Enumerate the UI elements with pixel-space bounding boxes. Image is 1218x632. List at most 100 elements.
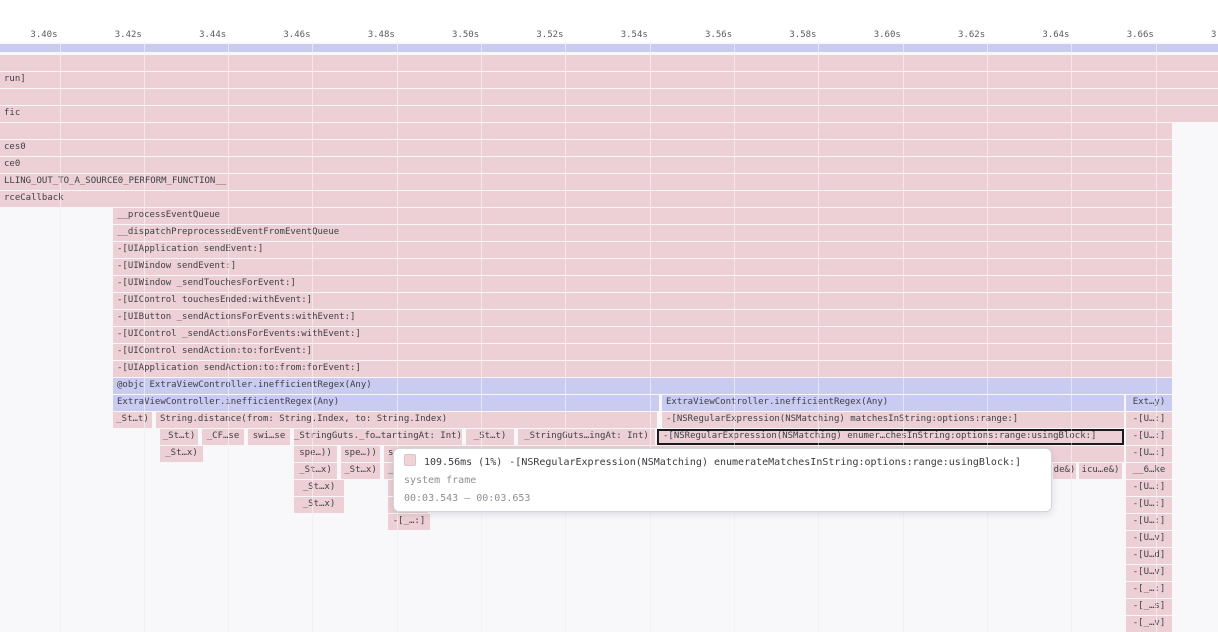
flame-segment[interactable] xyxy=(0,89,1218,105)
stack-row: -[UIControl _sendActionsForEvents:withEv… xyxy=(0,327,1218,343)
stack-row xyxy=(0,123,1218,139)
flame-segment[interactable]: @objc ExtraViewController.inefficientReg… xyxy=(113,378,1172,394)
flame-segment[interactable]: icu…e&) xyxy=(1079,463,1122,479)
stack-row: _St…t)_CF…seswi…se_StringGuts._fo…tartin… xyxy=(0,429,1218,445)
flame-segment[interactable]: spe…)) xyxy=(341,446,380,462)
flame-segment[interactable]: -[_…s] xyxy=(1126,599,1172,615)
stack-row: run] xyxy=(0,72,1218,88)
flame-segment[interactable]: -[U…d] xyxy=(1126,548,1172,564)
flame-segment[interactable]: run] xyxy=(0,72,1218,88)
stack-row: -[_…s] xyxy=(0,599,1218,615)
flame-segment[interactable]: spe…)) xyxy=(294,446,337,462)
gridline-overlay xyxy=(144,42,145,632)
tooltip-symbol: -[NSRegularExpression(NSMatching) enumer… xyxy=(509,457,1021,468)
flame-segment[interactable]: rceCallback xyxy=(0,191,1172,207)
flame-segment[interactable]: ces0 xyxy=(0,140,1172,156)
stack-row: __processEventQueue xyxy=(0,208,1218,224)
selected-flame-segment[interactable]: -[NSRegularExpression(NSMatching) enumer… xyxy=(657,429,1124,445)
flame-segment[interactable]: __6…ke xyxy=(1126,463,1172,479)
flame-segment[interactable]: Ext…y) xyxy=(1126,395,1172,411)
flame-segment[interactable]: -[UIControl _sendActionsForEvents:withEv… xyxy=(113,327,1172,343)
flame-segment[interactable]: -[UIButton _sendActionsForEvents:withEve… xyxy=(113,310,1172,326)
flame-segment[interactable] xyxy=(0,123,1172,139)
tooltip-title-line: 109.56ms (1%)-[NSRegularExpression(NSMat… xyxy=(404,454,1041,472)
stack-row: -[UIWindow sendEvent:] xyxy=(0,259,1218,275)
flame-segment[interactable]: _St…x) xyxy=(294,497,344,513)
flame-segment[interactable]: _St…t) xyxy=(160,429,198,445)
stack-row xyxy=(0,89,1218,105)
flame-segment[interactable]: _St…x) xyxy=(341,463,380,479)
flame-segment[interactable]: -[U…:] xyxy=(1126,429,1172,445)
stack-row: rceCallback xyxy=(0,191,1218,207)
flame-segment[interactable]: -[NSRegularExpression(NSMatching) matche… xyxy=(662,412,1124,428)
stack-row: -[UIApplication sendEvent:] xyxy=(0,242,1218,258)
flame-segment[interactable]: -[UIWindow sendEvent:] xyxy=(113,259,1172,275)
flame-segment[interactable]: _CF…se xyxy=(202,429,244,445)
flame-segment[interactable]: __dispatchPreprocessedEventFromEventQueu… xyxy=(113,225,1172,241)
flame-segment[interactable]: -[UIWindow _sendTouchesForEvent:] xyxy=(113,276,1172,292)
flame-segment[interactable]: -[U…:] xyxy=(1126,480,1172,496)
flame-segment[interactable]: LLING_OUT_TO_A_SOURCE0_PERFORM_FUNCTION_… xyxy=(0,174,1172,190)
flame-segment[interactable]: -[_…v] xyxy=(1126,616,1172,632)
stack-row: -[_…:] xyxy=(0,582,1218,598)
flame-segment[interactable]: -[_…:] xyxy=(1126,582,1172,598)
gridline-overlay xyxy=(987,42,988,632)
stack-row: ExtraViewController.inefficientRegex(Any… xyxy=(0,395,1218,411)
gridline-overlay xyxy=(818,42,819,632)
flame-segment[interactable]: __processEventQueue xyxy=(113,208,1172,224)
tooltip-color-swatch xyxy=(404,454,416,466)
flame-segment[interactable]: -[U…:] xyxy=(1126,514,1172,530)
stack-row: ce0 xyxy=(0,157,1218,173)
flame-segment[interactable]: -[U…:] xyxy=(1126,412,1172,428)
stack-row xyxy=(0,55,1218,71)
call-stack-flame-area: run] fic ces0ce0LLING_OUT_TO_A_SOURCE0_PER… xyxy=(0,0,1218,632)
flame-segment[interactable] xyxy=(0,55,1218,71)
gridline-overlay xyxy=(228,42,229,632)
flame-segment[interactable]: ce0 xyxy=(0,157,1172,173)
tooltip-frame-type: system frame xyxy=(404,472,1041,490)
flame-segment[interactable]: -[U…v] xyxy=(1126,531,1172,547)
flame-segment[interactable]: -[UIControl sendAction:to:forEvent:] xyxy=(113,344,1172,360)
stack-row: -[UIControl touchesEnded:withEvent:] xyxy=(0,293,1218,309)
flame-segment[interactable]: -[_…:] xyxy=(388,514,430,530)
flame-segment[interactable]: ExtraViewController.inefficientRegex(Any… xyxy=(113,395,659,411)
gridline-overlay xyxy=(565,42,566,632)
stack-row: @objc ExtraViewController.inefficientReg… xyxy=(0,378,1218,394)
flame-segment[interactable]: String.distance(from: String.Index, to: … xyxy=(156,412,657,428)
flame-segment[interactable]: -[UIApplication sendEvent:] xyxy=(113,242,1172,258)
stack-row: -[_…v] xyxy=(0,616,1218,632)
gridline-overlay xyxy=(312,42,313,632)
flame-segment[interactable]: -[U…:] xyxy=(1126,497,1172,513)
flame-segment[interactable]: -[UIApplication sendAction:to:from:forEv… xyxy=(113,361,1172,377)
flame-segment[interactable]: _St…x) xyxy=(294,463,337,479)
stack-row: -[UIApplication sendAction:to:from:forEv… xyxy=(0,361,1218,377)
stack-row: -[UIWindow _sendTouchesForEvent:] xyxy=(0,276,1218,292)
flame-segment[interactable] xyxy=(0,44,1218,52)
flame-segment[interactable]: _St…t) xyxy=(113,412,152,428)
flame-segment[interactable]: ExtraViewController.inefficientRegex(Any… xyxy=(662,395,1124,411)
flame-segment[interactable]: -[U…:] xyxy=(1126,446,1172,462)
flame-segment[interactable]: -[UIControl touchesEnded:withEvent:] xyxy=(113,293,1172,309)
gridline-overlay xyxy=(481,42,482,632)
flame-segment[interactable]: de&) xyxy=(1053,463,1076,479)
flame-segment[interactable]: _St…x) xyxy=(294,480,344,496)
stack-row: -[_…:] -[U…:] xyxy=(0,514,1218,530)
flame-segment[interactable]: _St…x) xyxy=(160,446,203,462)
flame-segment[interactable]: swi…se xyxy=(248,429,290,445)
flame-segment[interactable]: -[U…v] xyxy=(1126,565,1172,581)
flame-segment[interactable]: fic xyxy=(0,106,1218,122)
stack-row: -[UIControl sendAction:to:forEvent:] xyxy=(0,344,1218,360)
stack-row: -[U…v] xyxy=(0,565,1218,581)
gridline-overlay xyxy=(397,42,398,632)
stack-row: __dispatchPreprocessedEventFromEventQueu… xyxy=(0,225,1218,241)
flame-segment[interactable]: _StringGuts…ingAt: Int) xyxy=(518,429,655,445)
segment-tooltip: 109.56ms (1%)-[NSRegularExpression(NSMat… xyxy=(393,448,1052,512)
stack-row: -[U…v] xyxy=(0,531,1218,547)
gridline-overlay xyxy=(650,42,651,632)
gridline-overlay xyxy=(1156,42,1157,632)
stack-row: -[UIButton _sendActionsForEvents:withEve… xyxy=(0,310,1218,326)
flame-segment[interactable]: _St…t) xyxy=(466,429,514,445)
flame-segment[interactable]: _StringGuts._fo…tartingAt: Int) xyxy=(294,429,462,445)
stack-row: -[U…d] xyxy=(0,548,1218,564)
tooltip-time-range: 00:03.543 — 00:03.653 xyxy=(404,490,1041,508)
